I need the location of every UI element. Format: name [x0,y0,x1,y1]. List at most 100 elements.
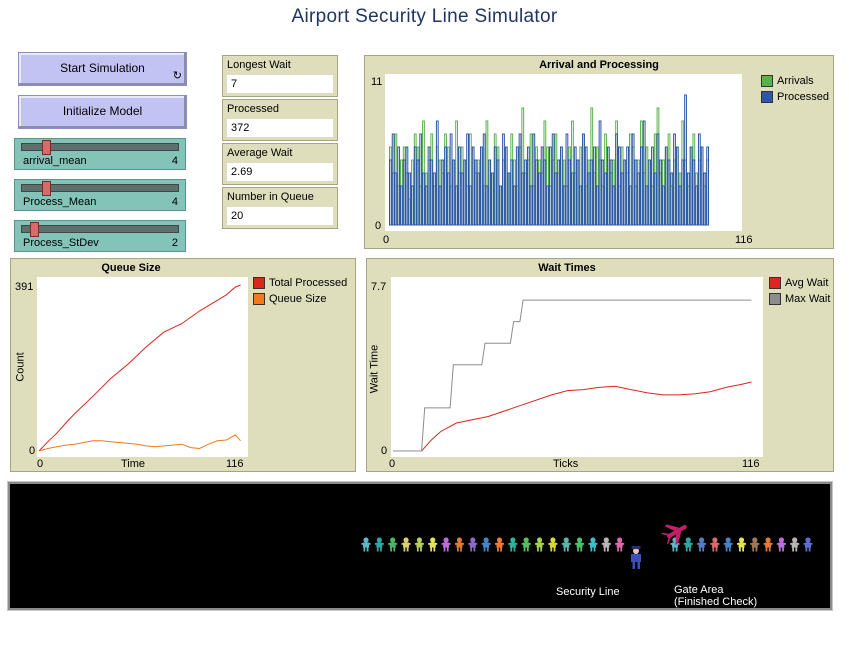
slider-handle[interactable] [42,181,52,196]
slider-1[interactable]: Process_Mean 4 [14,179,186,211]
arrival-processing-plot: Arrival and Processing 11 0 0 116 Arriva… [364,55,834,249]
queue-person-icon [388,537,398,552]
processed-bar [595,185,599,226]
processed-bar [452,159,456,226]
processed-bar [576,159,580,226]
processed-bar [557,159,561,226]
slider-value: 2 [171,237,178,249]
arrival-processing-title: Arrival and Processing [539,59,659,71]
processed-bar [601,159,605,226]
slider-track[interactable] [21,222,179,237]
monitor-average-wait: Average Wait 2.69 [222,143,338,185]
slider-label: arrival_mean [23,155,87,167]
processed-bar [670,172,674,226]
processed-bar [535,159,538,226]
slider-track[interactable] [21,181,179,196]
queue-person-icon [454,537,464,552]
processed-bar [400,185,403,226]
processed-bar [427,146,431,226]
queue-person-icon [361,537,371,552]
processed-bar [457,146,461,226]
monitor-number-in-queue: Number in Queue 20 [222,187,338,229]
slider-track[interactable] [21,140,179,155]
legend-swatch [769,293,781,305]
slider-2[interactable]: Process_StDev 2 [14,220,186,252]
processed-bar [433,172,436,226]
processed-bar [554,172,558,226]
gate-person-icon [750,537,760,552]
queue-person-icon [481,537,491,552]
processed-bar [648,159,652,226]
queue-person-icon [575,537,585,552]
monitor-value: 20 [227,207,333,225]
wait-times-title: Wait Times [538,262,596,274]
processed-bar [469,185,472,226]
start-simulation-label: Start Simulation [60,61,145,75]
x-max-tick: 116 [742,458,760,470]
processed-bar [488,159,492,226]
processed-bar [391,133,395,226]
queue-person-icon [535,537,545,552]
processed-bar [513,185,516,226]
arrival-processing-legend: Arrivals Processed [761,73,829,105]
y-axis-label: Count [14,352,27,382]
x-min-tick: 0 [37,458,44,470]
x-max-tick: 116 [226,458,244,470]
legend-swatch [761,91,773,103]
processed-bar [521,172,525,226]
slider-label: Process_StDev [23,237,99,249]
arrival-processing-chart [385,74,742,231]
processed-bar [543,159,547,226]
legend-item: Queue Size [253,291,347,307]
slider-0[interactable]: arrival_mean 4 [14,138,186,170]
processed-bar [446,172,450,226]
slider-handle[interactable] [42,140,52,155]
processed-bar [424,185,428,226]
x-axis-label: Time [121,458,146,470]
processed-bar [609,159,613,226]
processed-bar [491,172,494,226]
slider-handle[interactable] [29,222,39,237]
initialize-model-label: Initialize Model [62,104,143,118]
legend-label: Processed [777,91,829,103]
gate-person-icon [710,537,720,552]
processed-bar [546,185,550,226]
page-title: Airport Security Line Simulator [291,6,558,27]
queue-person-icon [588,537,598,552]
queue-size-plot: Queue Size 391 0 0 Time 116 Count Total … [10,258,356,472]
processed-bar [615,133,618,226]
processed-bar [623,159,627,226]
processed-bar [565,133,569,226]
queue-person-icon [615,537,625,552]
initialize-model-button[interactable]: Initialize Model [18,95,187,129]
processed-bar [402,159,406,226]
queue-person-icon [601,537,611,552]
processed-bar [416,159,420,226]
processed-bar [587,172,591,226]
legend-swatch [253,293,265,305]
monitor-label: Number in Queue [227,191,314,203]
processed-bar [435,120,439,226]
monitor-value: 7 [227,75,333,93]
security-line-label: Security Line [556,586,620,598]
processed-bar [692,159,696,226]
legend-label: Queue Size [269,293,327,305]
legend-item: Arrivals [761,73,829,89]
processed-bar [697,133,701,226]
queue-size-title: Queue Size [101,262,161,274]
slider-value: 4 [171,155,178,167]
processed-bar [673,133,676,226]
simulation-world-view[interactable]: Security Line Gate Area (Finished Check) [7,481,833,611]
legend-swatch [253,277,265,289]
start-simulation-button[interactable]: Start Simulation ↻ [18,52,187,86]
queue-person-icon [495,537,504,552]
gate-person-icon [803,537,813,552]
processed-bar [413,146,417,226]
monitor-value: 2.69 [227,163,333,181]
processed-bar [606,146,610,226]
processed-bar [526,146,530,226]
y-max-tick: 391 [15,281,34,293]
gate-person-icon [697,537,707,552]
processed-bar [593,146,596,226]
processed-bar [645,185,649,226]
